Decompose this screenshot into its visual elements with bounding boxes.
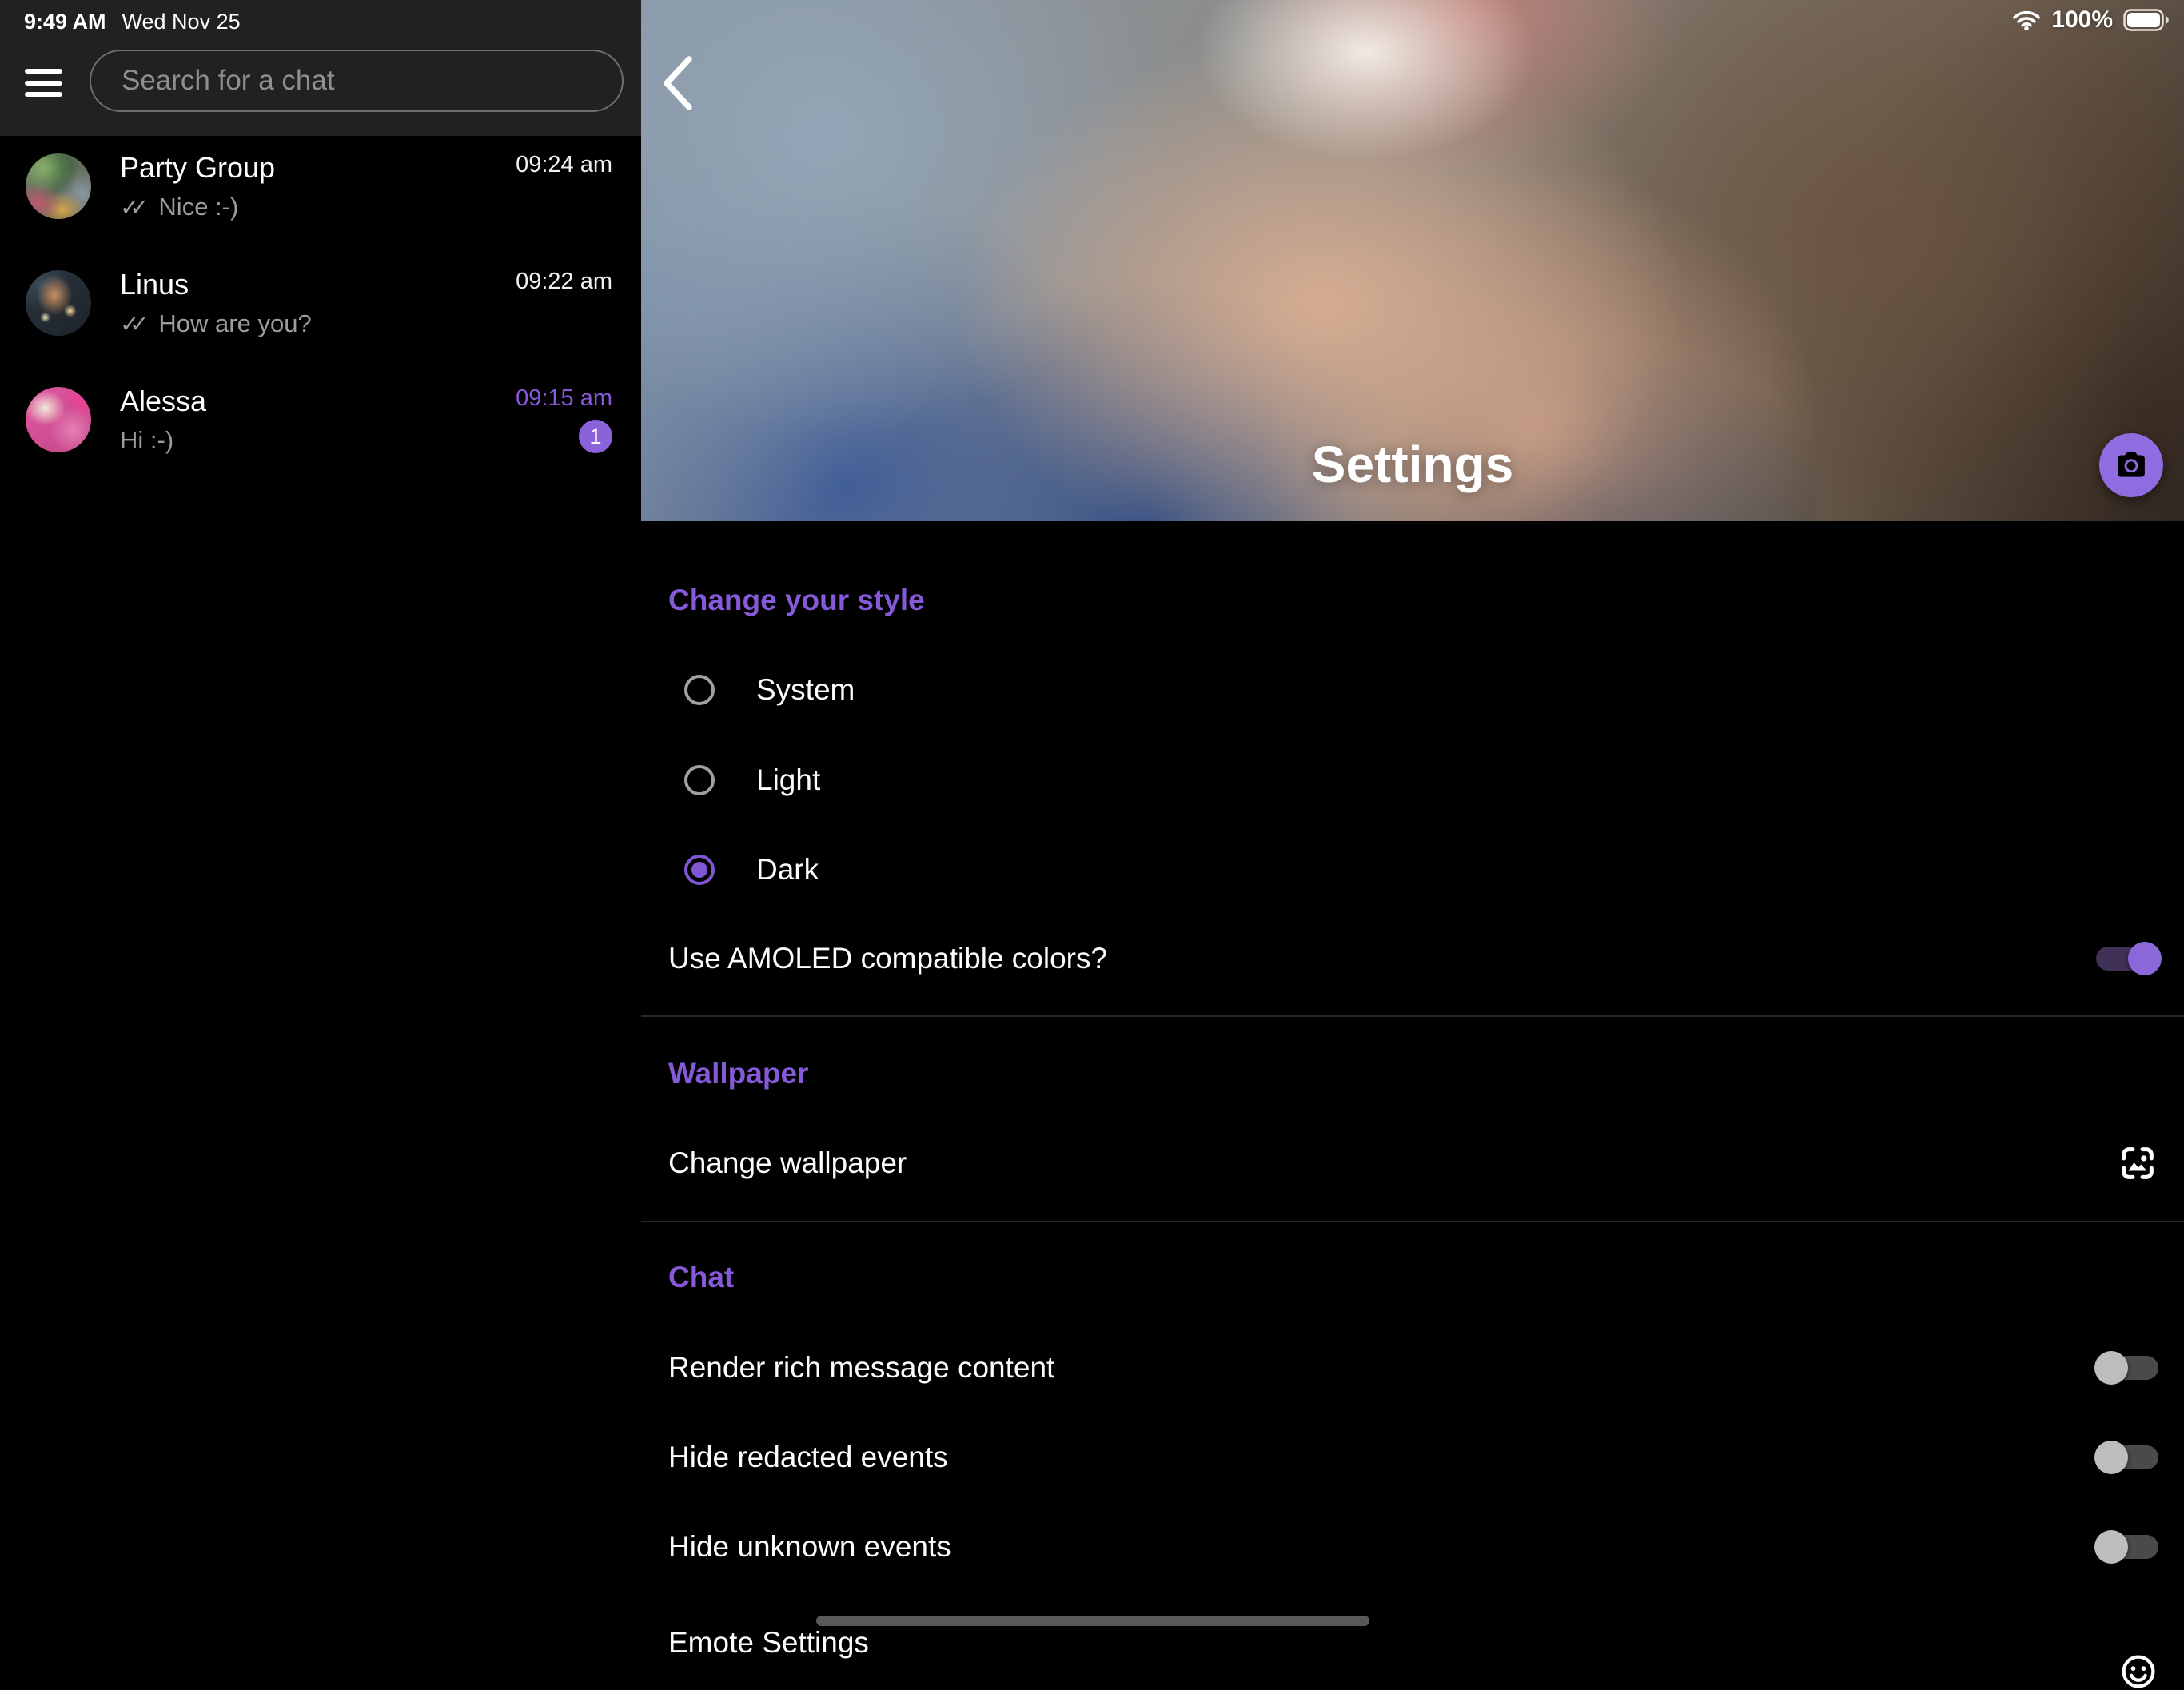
chat-last-message: Nice :-) bbox=[158, 193, 238, 221]
change-avatar-button[interactable] bbox=[2099, 433, 2163, 497]
chat-list-item-party-group[interactable]: Party Group ✓✓ Nice :-) 09:24 am bbox=[0, 128, 641, 245]
chat-name: Alessa bbox=[120, 385, 487, 418]
read-receipt-icon: ✓✓ bbox=[120, 193, 149, 221]
image-icon bbox=[2117, 1142, 2158, 1184]
render-rich-content-toggle[interactable] bbox=[2096, 1351, 2158, 1385]
radio-button-unselected[interactable] bbox=[684, 765, 715, 795]
chevron-left-icon bbox=[656, 51, 703, 115]
amoled-toggle[interactable] bbox=[2096, 942, 2158, 975]
section-header-wallpaper: Wallpaper bbox=[668, 1042, 2158, 1106]
radio-label: Dark bbox=[756, 853, 819, 887]
profile-header-photo: 100% Settings bbox=[641, 0, 2184, 521]
radio-label: System bbox=[756, 673, 855, 707]
chat-last-message: How are you? bbox=[158, 309, 311, 338]
radio-label: Light bbox=[756, 763, 820, 797]
theme-option-dark[interactable]: Dark bbox=[668, 838, 2158, 902]
theme-option-light[interactable]: Light bbox=[668, 748, 2158, 812]
chat-sidebar: 9:49 AM Wed Nov 25 Party Group ✓✓ Nice :… bbox=[0, 0, 641, 1637]
render-rich-content-row[interactable]: Render rich message content bbox=[668, 1336, 2158, 1400]
battery-icon bbox=[2123, 9, 2170, 31]
avatar bbox=[26, 153, 91, 219]
avatar bbox=[26, 387, 91, 452]
unread-count-badge: 1 bbox=[579, 420, 612, 453]
status-bar-right: 100% bbox=[2012, 6, 2170, 34]
status-bar-left: 9:49 AM Wed Nov 25 bbox=[24, 10, 241, 34]
section-header-style: Change your style bbox=[668, 568, 2158, 632]
change-wallpaper-row[interactable]: Change wallpaper bbox=[668, 1131, 2158, 1195]
read-receipt-icon: ✓✓ bbox=[120, 310, 149, 338]
theme-option-system[interactable]: System bbox=[668, 658, 2158, 722]
chat-name: Party Group bbox=[120, 151, 487, 185]
chat-search-field[interactable] bbox=[90, 50, 624, 112]
hide-unknown-events-row[interactable]: Hide unknown events bbox=[668, 1515, 2158, 1579]
search-input[interactable] bbox=[120, 64, 593, 98]
camera-icon bbox=[2114, 448, 2149, 483]
status-time: 9:49 AM bbox=[24, 10, 106, 34]
wifi-icon bbox=[2012, 10, 2041, 31]
hamburger-menu-icon[interactable] bbox=[25, 69, 62, 97]
chat-name: Linus bbox=[120, 268, 487, 301]
avatar bbox=[26, 270, 91, 336]
sidebar-header: 9:49 AM Wed Nov 25 bbox=[0, 0, 641, 136]
section-divider bbox=[641, 1015, 2184, 1017]
chat-timestamp: 09:22 am bbox=[516, 269, 612, 295]
chat-list-item-alessa[interactable]: Alessa Hi :-) 09:15 am 1 bbox=[0, 361, 641, 478]
chat-timestamp: 09:24 am bbox=[516, 152, 612, 178]
chat-timestamp: 09:15 am bbox=[516, 385, 612, 412]
chat-list-item-linus[interactable]: Linus ✓✓ How are you? 09:22 am bbox=[0, 245, 641, 361]
home-indicator[interactable] bbox=[816, 1616, 1369, 1626]
section-divider bbox=[641, 1221, 2184, 1222]
hide-unknown-events-toggle[interactable] bbox=[2096, 1530, 2158, 1564]
chat-list: Party Group ✓✓ Nice :-) 09:24 am Linus ✓… bbox=[0, 128, 641, 478]
chat-last-message: Hi :-) bbox=[120, 426, 173, 455]
radio-button-selected[interactable] bbox=[684, 855, 715, 885]
amoled-colors-row[interactable]: Use AMOLED compatible colors? bbox=[668, 927, 2158, 990]
hide-redacted-events-row[interactable]: Hide redacted events bbox=[668, 1425, 2158, 1489]
radio-button-unselected[interactable] bbox=[684, 675, 715, 705]
page-title: Settings bbox=[641, 435, 2184, 494]
hide-redacted-events-toggle[interactable] bbox=[2096, 1441, 2158, 1474]
section-header-chat: Chat bbox=[668, 1246, 2158, 1309]
battery-percent: 100% bbox=[2051, 6, 2113, 34]
settings-panel: 100% Settings Change your style System bbox=[641, 0, 2184, 1637]
emoji-icon bbox=[2120, 1653, 2157, 1690]
back-button[interactable] bbox=[656, 51, 703, 115]
status-date: Wed Nov 25 bbox=[122, 10, 241, 34]
